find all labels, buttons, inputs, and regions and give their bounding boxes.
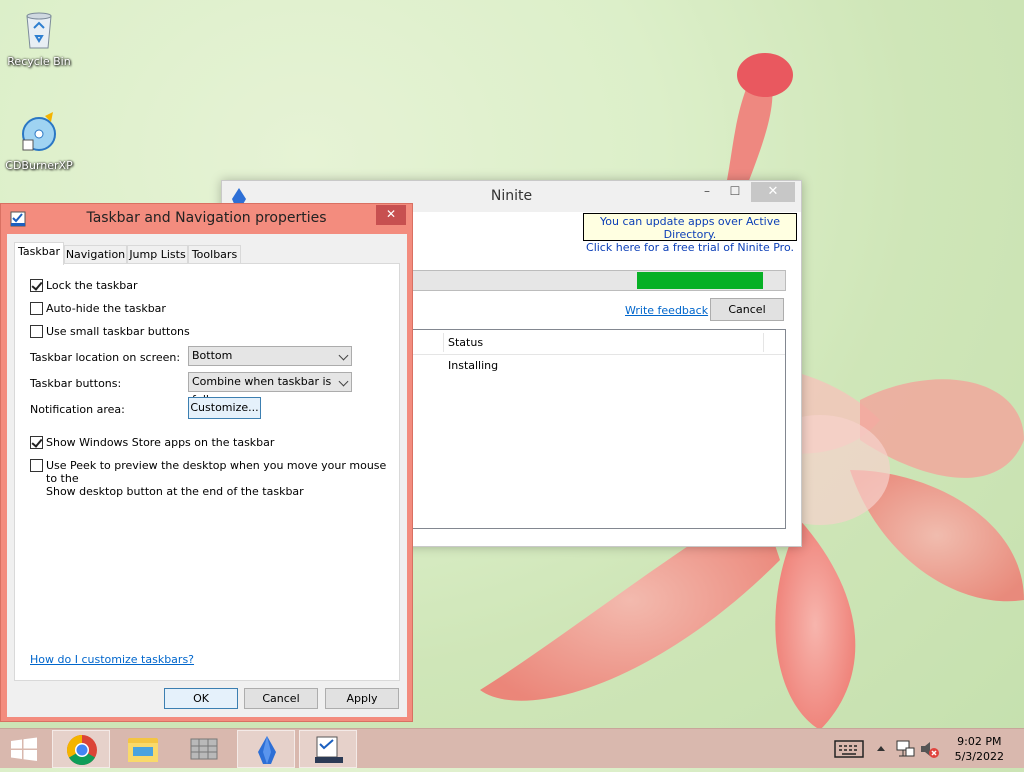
store-apps-option[interactable]: Show Windows Store apps on the taskbar bbox=[30, 436, 274, 449]
taskbar-app-grid[interactable] bbox=[175, 730, 233, 768]
ninite-icon bbox=[258, 736, 276, 764]
taskbar: 9:02 PM 5/3/2022 bbox=[0, 728, 1024, 768]
taskbar-file-explorer[interactable] bbox=[114, 730, 172, 768]
ninite-cancel-button[interactable]: Cancel bbox=[710, 298, 784, 321]
show-hidden-icons-button[interactable] bbox=[874, 729, 888, 769]
ad-line-1: You can update apps over Active Director… bbox=[600, 215, 780, 241]
recycle-bin-icon bbox=[26, 12, 52, 49]
apply-button[interactable]: Apply bbox=[325, 688, 399, 709]
progress-fill bbox=[637, 272, 763, 289]
store-apps-checkbox[interactable] bbox=[30, 436, 43, 449]
location-dropdown[interactable]: Bottom bbox=[188, 346, 352, 366]
clock-time: 9:02 PM bbox=[957, 735, 1002, 748]
peek-option[interactable]: Use Peek to preview the desktop when you… bbox=[30, 459, 399, 498]
clock-date: 5/3/2022 bbox=[954, 750, 1004, 763]
chevron-up-icon bbox=[877, 746, 885, 751]
ninite-close-button[interactable]: ✕ bbox=[751, 182, 795, 202]
ad-line-2: Click here for a free trial of Ninite Pr… bbox=[586, 241, 794, 254]
autohide-checkbox[interactable] bbox=[30, 302, 43, 315]
chrome-icon bbox=[66, 735, 97, 766]
desktop-icon-cdburnerxp[interactable]: CDBurnerXP bbox=[1, 110, 77, 172]
taskbar-chrome[interactable] bbox=[52, 730, 110, 768]
speaker-muted-icon bbox=[921, 742, 939, 758]
cancel-button[interactable]: Cancel bbox=[244, 688, 318, 709]
cd-burner-icon bbox=[22, 112, 56, 151]
tab-navigation[interactable]: Navigation bbox=[64, 245, 127, 264]
keyboard-icon bbox=[834, 740, 864, 758]
volume-control[interactable] bbox=[918, 729, 940, 769]
taskbar-ninite[interactable] bbox=[237, 730, 295, 768]
network-icon bbox=[896, 740, 915, 757]
dialog-title: Taskbar and Navigation properties bbox=[86, 210, 327, 226]
buttons-label: Taskbar buttons: bbox=[30, 377, 122, 390]
network-status[interactable] bbox=[894, 729, 916, 769]
folder-icon bbox=[128, 738, 158, 762]
taskbar-properties-dialog: Taskbar and Navigation properties ✕ Task… bbox=[0, 203, 413, 722]
small-buttons-label: Use small taskbar buttons bbox=[46, 325, 190, 338]
autohide-option[interactable]: Auto-hide the taskbar bbox=[30, 302, 166, 315]
peek-label-line-1: Use Peek to preview the desktop when you… bbox=[46, 459, 387, 485]
tab-jump-lists[interactable]: Jump Lists bbox=[127, 245, 188, 264]
peek-checkbox[interactable] bbox=[30, 459, 43, 472]
lock-taskbar-checkbox[interactable] bbox=[30, 279, 43, 292]
ninite-pro-ad[interactable]: You can update apps over Active Director… bbox=[583, 213, 797, 254]
peek-label-line-2: Show desktop button at the end of the ta… bbox=[46, 485, 304, 498]
taskbar-properties-icon bbox=[315, 736, 343, 763]
list-item-status: Installing bbox=[448, 359, 499, 372]
location-label: Taskbar location on screen: bbox=[30, 351, 181, 364]
desktop-icon-recycle-bin[interactable]: Recycle Bin bbox=[1, 6, 77, 68]
write-feedback-link[interactable]: Write feedback bbox=[625, 304, 708, 317]
small-buttons-checkbox[interactable] bbox=[30, 325, 43, 338]
maximize-button[interactable]: ☐ bbox=[721, 182, 749, 202]
minimize-button[interactable]: – bbox=[693, 182, 721, 202]
install-progress-bar bbox=[412, 270, 786, 291]
autohide-label: Auto-hide the taskbar bbox=[46, 302, 166, 315]
dialog-body: Taskbar Navigation Jump Lists Toolbars L… bbox=[7, 234, 407, 717]
install-list[interactable]: Status Installing bbox=[412, 329, 786, 529]
desktop-icon-label: Recycle Bin bbox=[7, 55, 71, 68]
lock-taskbar-label: Lock the taskbar bbox=[46, 279, 138, 292]
start-button[interactable] bbox=[0, 730, 48, 768]
dialog-close-button[interactable]: ✕ bbox=[376, 205, 406, 225]
chevron-down-icon bbox=[338, 376, 349, 387]
help-link[interactable]: How do I customize taskbars? bbox=[30, 653, 194, 666]
notification-area-label: Notification area: bbox=[30, 403, 125, 416]
list-header: Status bbox=[413, 330, 785, 355]
taskbar-tab-panel: Lock the taskbar Auto-hide the taskbar U… bbox=[14, 263, 400, 681]
taskbar-properties-item[interactable] bbox=[299, 730, 357, 768]
ok-button[interactable]: OK bbox=[164, 688, 238, 709]
column-separator bbox=[763, 333, 764, 352]
lock-taskbar-option[interactable]: Lock the taskbar bbox=[30, 279, 138, 292]
column-separator bbox=[443, 333, 444, 352]
peek-label: Use Peek to preview the desktop when you… bbox=[46, 459, 399, 498]
customize-button[interactable]: Customize... bbox=[188, 397, 261, 419]
taskbar-buttons-dropdown[interactable]: Combine when taskbar is full bbox=[188, 372, 352, 406]
windows-logo-icon bbox=[11, 737, 37, 761]
status-column-header[interactable]: Status bbox=[448, 336, 483, 349]
location-value: Bottom bbox=[192, 349, 233, 362]
store-apps-label: Show Windows Store apps on the taskbar bbox=[46, 436, 275, 449]
tab-taskbar[interactable]: Taskbar bbox=[14, 242, 64, 265]
desktop-icon-label: CDBurnerXP bbox=[5, 159, 73, 172]
app-grid-icon bbox=[190, 738, 218, 760]
small-buttons-option[interactable]: Use small taskbar buttons bbox=[30, 325, 190, 338]
chevron-down-icon bbox=[338, 350, 349, 361]
tab-toolbars[interactable]: Toolbars bbox=[188, 245, 241, 264]
touch-keyboard-button[interactable] bbox=[832, 729, 868, 769]
system-clock[interactable]: 9:02 PM 5/3/2022 bbox=[955, 734, 1004, 764]
